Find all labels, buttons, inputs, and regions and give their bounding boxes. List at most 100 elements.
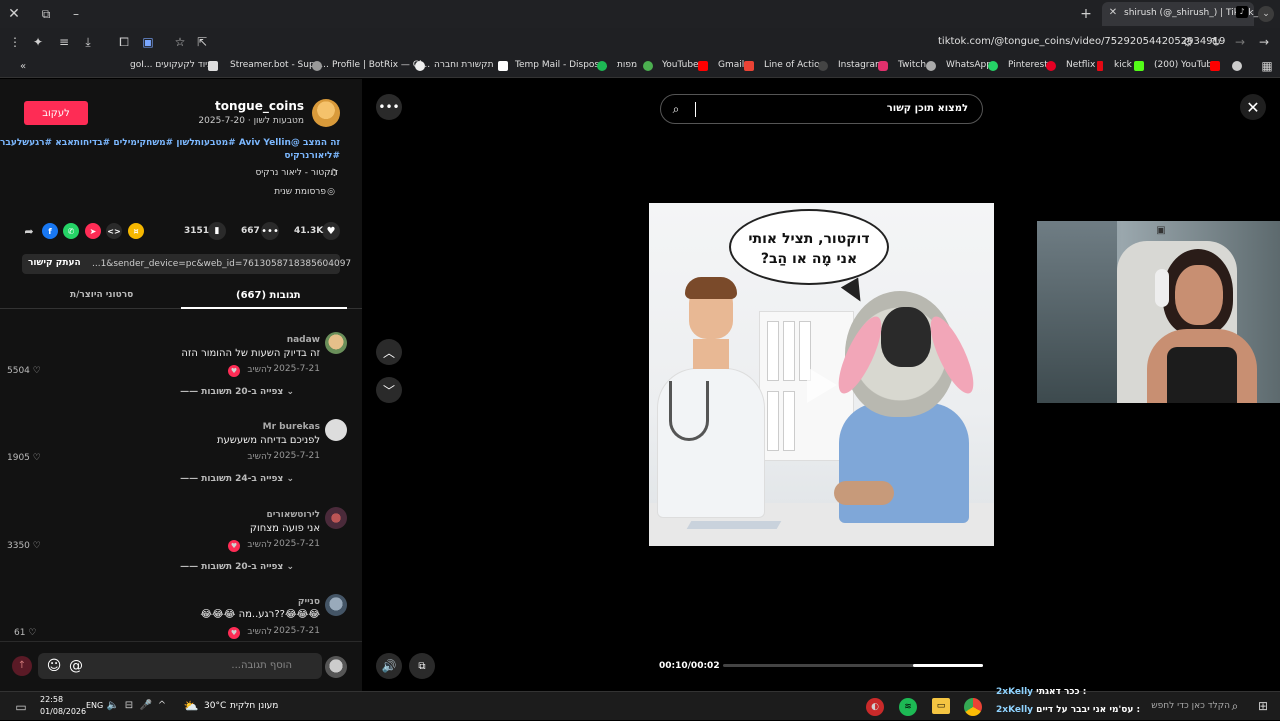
view-replies-button[interactable]: ⌄ צפייה ב-20 תשובות ——: [180, 387, 294, 397]
chrome-icon[interactable]: [964, 698, 982, 716]
translate-icon[interactable]: ▣: [140, 34, 156, 50]
emoji-icon[interactable]: ☺: [46, 658, 62, 674]
share-page-icon[interactable]: ⇱: [194, 34, 210, 50]
video-player[interactable]: ⌕ למצוא תוכן קשור דוקטור, תציל אותי אני …: [649, 79, 994, 691]
bookmark-item[interactable]: מפות: [617, 60, 637, 70]
related-search-input[interactable]: ⌕ למצוא תוכן קשור: [660, 94, 983, 124]
bookmark-item[interactable]: Instagram: [838, 60, 884, 70]
post-comment-icon[interactable]: ↑: [12, 656, 32, 676]
bookmark-item[interactable]: (200) YouTube: [1154, 60, 1218, 70]
clock-date[interactable]: 01/08/2026: [40, 707, 86, 716]
commenter-avatar[interactable]: [325, 507, 347, 529]
music-label[interactable]: דוקטור - ליאור נרקיס: [255, 168, 338, 178]
commenter-avatar[interactable]: [325, 594, 347, 616]
bookmark-item[interactable]: goI... ציוד לקעקועים: [130, 60, 213, 70]
creator-username[interactable]: tongue_coins: [215, 99, 304, 113]
comment-like-count[interactable]: 3350 ♡: [7, 541, 41, 551]
copy-link-button[interactable]: העתק קישור: [28, 258, 81, 268]
bookmark-item[interactable]: WhatsApp: [946, 60, 992, 70]
reply-button[interactable]: להשיב: [247, 365, 272, 375]
creator-avatar[interactable]: [312, 99, 340, 127]
bookmark-icon[interactable]: ▮: [208, 222, 226, 240]
more-options-icon[interactable]: •••: [376, 94, 402, 120]
collapse-sidebar-icon[interactable]: «: [16, 60, 30, 74]
new-tab-icon[interactable]: +: [1078, 6, 1094, 22]
comment-like-count[interactable]: 5504 ♡: [7, 366, 41, 376]
app-icon[interactable]: ◐: [866, 698, 884, 716]
tab-close-icon[interactable]: ✕: [1106, 6, 1120, 20]
commenter-name[interactable]: Mr burekas: [263, 422, 320, 432]
facebook-share-icon[interactable]: f: [42, 223, 58, 239]
bookmark-item[interactable]: Twitch: [898, 60, 926, 70]
follow-button[interactable]: לעקוב: [24, 101, 88, 125]
comment-like-count[interactable]: 1905 ♡: [7, 453, 41, 463]
star-icon[interactable]: ☆: [172, 34, 188, 50]
bookmark-item[interactable]: תקשורת וחברה: [434, 60, 493, 70]
taskbar-search-input[interactable]: הקלד כאן כדי לחפש: [1151, 701, 1230, 711]
download-icon[interactable]: ⤓: [80, 34, 96, 50]
commenter-avatar[interactable]: [325, 332, 347, 354]
bookmark-item[interactable]: Gmail: [718, 60, 744, 70]
share-arrow-icon[interactable]: ➦: [21, 223, 37, 239]
play-icon[interactable]: [807, 367, 837, 403]
whatsapp-share-icon[interactable]: ✆: [63, 223, 79, 239]
apps-grid-icon[interactable]: ▦: [1260, 59, 1274, 73]
playlist-icon[interactable]: ≡: [56, 34, 72, 50]
volume-icon[interactable]: 🔊: [376, 653, 402, 679]
send-icon[interactable]: ➤: [85, 223, 101, 239]
bookmark-item[interactable]: Netflix: [1066, 60, 1095, 70]
coin-share-icon[interactable]: ¤: [128, 223, 144, 239]
reply-button[interactable]: להשיב: [247, 627, 272, 637]
taskbar-search-icon[interactable]: ⌕: [1228, 699, 1242, 713]
view-replies-button[interactable]: ⌄ צפייה ב-24 תשובות ——: [180, 474, 294, 484]
bookmark-item[interactable]: Temp Mail - Dispos...: [515, 60, 608, 70]
reply-button[interactable]: להשיב: [247, 540, 272, 550]
post-description[interactable]: זה המצב @Aviv Yellin #מטבעותלשון #משחקימ…: [0, 138, 340, 148]
view-replies-button[interactable]: ⌄ צפייה ב-20 תשובות ——: [180, 562, 294, 572]
notifications-icon[interactable]: ▭: [13, 699, 29, 715]
bookmark-item[interactable]: YouTube: [662, 60, 699, 70]
weather-label[interactable]: מעונן חלקית: [230, 701, 278, 711]
forward-icon[interactable]: →: [1232, 34, 1248, 50]
windows-start-icon[interactable]: ⊞: [1256, 699, 1270, 713]
spotify-icon[interactable]: ≋: [899, 698, 917, 716]
file-explorer-icon[interactable]: ▭: [932, 698, 950, 714]
mention-icon[interactable]: @: [68, 658, 84, 674]
progress-track[interactable]: [723, 664, 983, 667]
restore-icon[interactable]: ⧉: [38, 6, 54, 22]
tab-comments[interactable]: (667) תגובות: [236, 290, 301, 301]
puzzle-icon[interactable]: ⧠: [116, 34, 132, 50]
embed-icon[interactable]: <>: [106, 223, 122, 239]
video-frame[interactable]: דוקטור, תציל אותי אני מָה או הַב?: [649, 203, 994, 546]
reload-icon[interactable]: ↻: [1208, 34, 1224, 50]
like-icon[interactable]: ♥: [322, 222, 340, 240]
volume-tray-icon[interactable]: 🔈: [107, 700, 119, 712]
menu-icon[interactable]: ⋮: [8, 34, 22, 50]
commenter-avatar[interactable]: [325, 419, 347, 441]
close-window-icon[interactable]: ✕: [6, 6, 22, 22]
tab-creator-videos[interactable]: סרטוני היוצר/ת: [70, 290, 133, 300]
comment-like-count[interactable]: 61 ♡: [14, 628, 36, 638]
previous-video-icon[interactable]: ︿: [376, 339, 402, 365]
tray-expand-icon[interactable]: ^: [156, 700, 168, 712]
bookmark-item[interactable]: Line of Action: [764, 60, 825, 70]
extension-icon[interactable]: ✦: [30, 34, 46, 50]
microphone-icon[interactable]: 🎤: [140, 700, 152, 712]
commenter-name[interactable]: nadaw: [287, 335, 320, 345]
commenter-name[interactable]: סנייק: [298, 597, 320, 607]
site-settings-icon[interactable]: ⚙: [1180, 34, 1196, 50]
tab-search-icon[interactable]: ⌄: [1258, 6, 1274, 22]
bookmark-item[interactable]: kick: [1114, 60, 1132, 70]
post-hashtag[interactable]: #ליאורנרקיס: [284, 151, 340, 161]
back-icon[interactable]: →: [1256, 34, 1272, 50]
weather-temp[interactable]: 30°C: [204, 701, 226, 711]
comment-icon[interactable]: •••: [261, 222, 279, 240]
minimize-icon[interactable]: –: [68, 6, 84, 22]
clock-time[interactable]: 22:58: [40, 695, 63, 704]
tab-active[interactable]: ✕ shirush (@_shirush_) | TikTok_ ♪: [1102, 2, 1258, 26]
close-icon[interactable]: ✕: [1240, 94, 1266, 120]
picture-in-picture-icon[interactable]: ⧉: [409, 653, 435, 679]
comment-input[interactable]: הוסף תגובה... @ ☺: [38, 653, 322, 679]
search-icon[interactable]: ⌕: [669, 102, 683, 116]
next-video-icon[interactable]: ﹀: [376, 377, 402, 403]
